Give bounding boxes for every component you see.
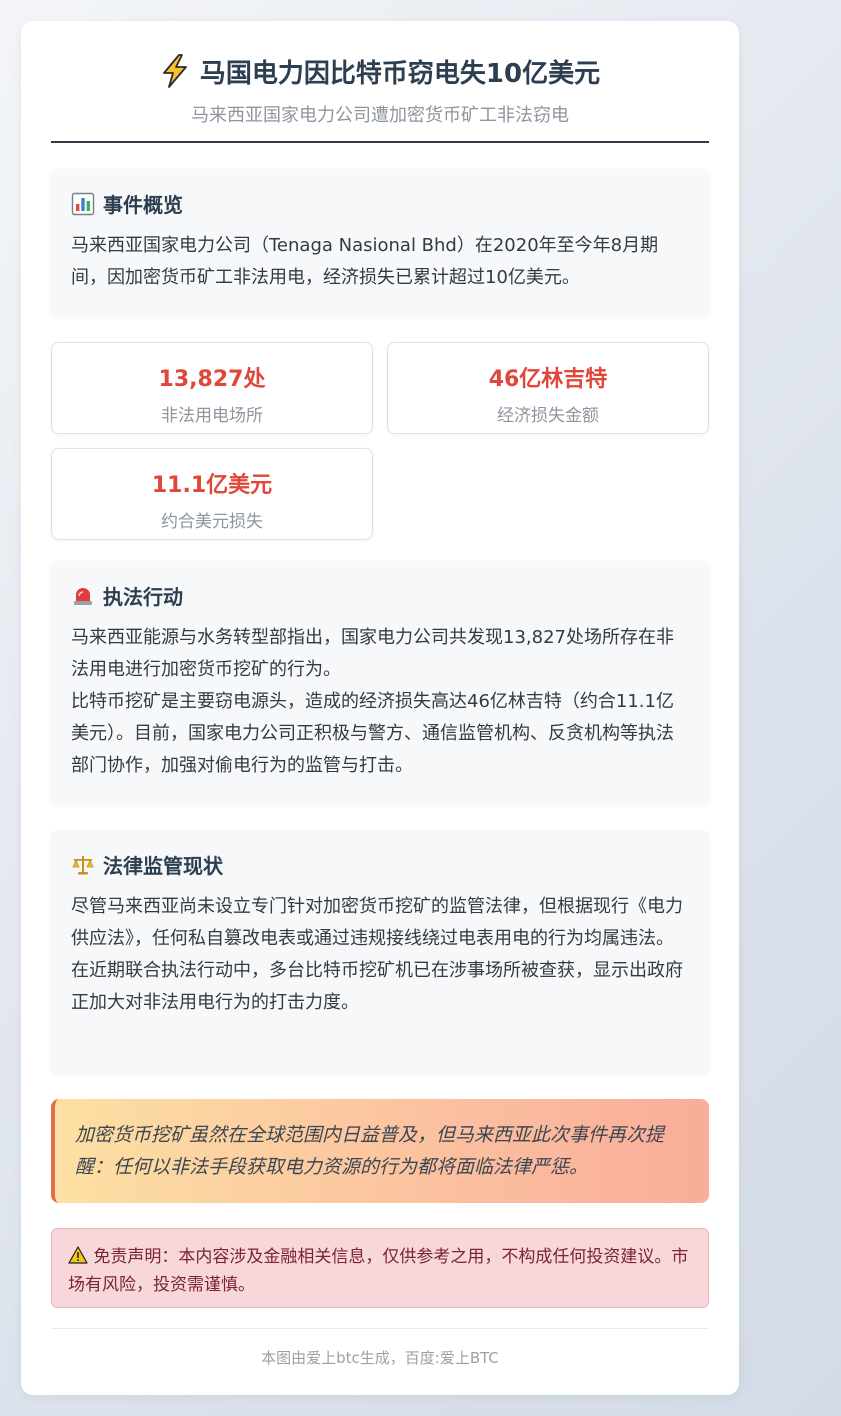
overview-heading: 事件概览 [71, 189, 689, 218]
stats-grid: 13,827处 非法用电场所 46亿林吉特 经济损失金额 11.1亿美元 约合美… [51, 342, 709, 540]
overview-text: 马来西亚国家电力公司（Tenaga Nasional Bhd）在2020年至今年… [71, 235, 659, 288]
legal-section: 法律监管现状 尽管马来西亚尚未设立专门针对加密货币挖矿的监管法律，但根据现行《电… [51, 830, 709, 1074]
legal-heading-text: 法律监管现状 [103, 854, 223, 878]
enforcement-heading-text: 执法行动 [103, 585, 183, 609]
stat-label: 约合美元损失 [161, 512, 263, 532]
disclaimer-box: 免责声明：本内容涉及金融相关信息，仅供参考之用，不构成任何投资建议。市场有风险，… [51, 1228, 709, 1308]
page-title-text: 马国电力因比特币窃电失10亿美元 [199, 58, 601, 89]
disclaimer-text: 免责声明：本内容涉及金融相关信息，仅供参考之用，不构成任何投资建议。市场有风险，… [68, 1247, 689, 1295]
page-header: 马国电力因比特币窃电失10亿美元 马来西亚国家电力公司遭加密货币矿工非法窃电 [51, 51, 709, 143]
enforcement-para-1: 马来西亚能源与水务转型部指出，国家电力公司共发现13,827处场所存在非法用电进… [71, 627, 674, 680]
warning-icon [68, 1246, 88, 1264]
footer-text: 本图由爱上btc生成，百度:爱上BTC [261, 1349, 499, 1367]
stat-card-loss-usd: 11.1亿美元 约合美元损失 [51, 448, 373, 540]
page-subtitle: 马来西亚国家电力公司遭加密货币矿工非法窃电 [191, 105, 569, 126]
stat-value: 11.1亿美元 [151, 473, 273, 498]
enforcement-heading: 执法行动 [71, 581, 689, 610]
bar-chart-icon [71, 192, 95, 215]
stat-label: 非法用电场所 [161, 406, 263, 426]
overview-section: 事件概览 马来西亚国家电力公司（Tenaga Nasional Bhd）在202… [51, 169, 709, 317]
stat-value: 46亿林吉特 [488, 367, 608, 392]
stat-value: 13,827处 [158, 367, 266, 392]
lightning-bolt-icon [163, 54, 187, 88]
quote-text: 加密货币挖矿虽然在全球范围内日益普及，但马来西亚此次事件再次提醒：任何以非法手段… [75, 1124, 665, 1178]
page-title: 马国电力因比特币窃电失10亿美元 [51, 51, 709, 91]
header-divider [51, 141, 709, 143]
legal-heading: 法律监管现状 [71, 850, 689, 879]
stat-label: 经济损失金额 [497, 406, 599, 426]
enforcement-section: 执法行动 马来西亚能源与水务转型部指出，国家电力公司共发现13,827处场所存在… [51, 561, 709, 805]
stat-card-loss-ringgit: 46亿林吉特 经济损失金额 [387, 342, 709, 434]
highlight-quote: 加密货币挖矿虽然在全球范围内日益普及，但马来西亚此次事件再次提醒：任何以非法手段… [51, 1099, 709, 1203]
balance-scale-icon [72, 855, 94, 874]
legal-para-1: 尽管马来西亚尚未设立专门针对加密货币挖矿的监管法律，但根据现行《电力供应法》，任… [71, 896, 683, 949]
police-siren-icon [74, 587, 92, 605]
overview-heading-text: 事件概览 [103, 193, 183, 217]
legal-para-2: 在近期联合执法行动中，多台比特币挖矿机已在涉事场所被查获，显示出政府正加大对非法… [71, 960, 683, 1013]
stat-card-illegal-sites: 13,827处 非法用电场所 [51, 342, 373, 434]
page-footer: 本图由爱上btc生成，百度:爱上BTC [51, 1328, 709, 1368]
article-card: 马国电力因比特币窃电失10亿美元 马来西亚国家电力公司遭加密货币矿工非法窃电 事… [21, 21, 739, 1395]
enforcement-para-2: 比特币挖矿是主要窃电源头，造成的经济损失高达46亿林吉特（约合11.1亿美元）。… [71, 691, 674, 776]
